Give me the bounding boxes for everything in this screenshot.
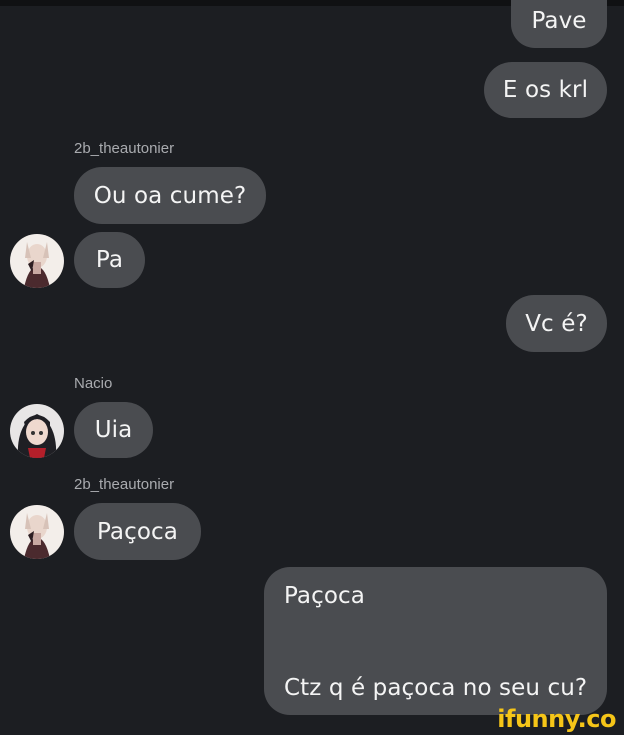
message-text: Pa bbox=[95, 247, 124, 273]
message-text: Pave bbox=[531, 8, 587, 34]
outgoing-message-bubble[interactable]: E os krl bbox=[484, 62, 607, 118]
outgoing-message-bubble[interactable]: Vc é? bbox=[506, 295, 607, 352]
incoming-message-bubble[interactable]: Pa bbox=[74, 232, 145, 288]
avatar[interactable] bbox=[10, 404, 64, 458]
message-text: Ou oa cume? bbox=[93, 182, 247, 209]
message-text: Vc é? bbox=[525, 310, 588, 337]
message-text: Uia bbox=[94, 417, 133, 443]
sender-name: 2b_theautonier bbox=[74, 140, 175, 157]
outgoing-message-bubble[interactable]: Paçoca Ctz q é paçoca no seu cu? bbox=[264, 567, 607, 715]
message-text-line: Ctz q é paçoca no seu cu? bbox=[284, 675, 588, 701]
outgoing-message-bubble[interactable]: Pave bbox=[511, 0, 607, 48]
incoming-message-bubble[interactable]: Ou oa cume? bbox=[74, 167, 266, 224]
avatar-icon bbox=[10, 404, 64, 458]
avatar-icon bbox=[10, 234, 64, 288]
incoming-message-bubble[interactable]: Uia bbox=[74, 402, 153, 458]
sender-name: 2b_theautonier bbox=[74, 476, 175, 493]
sender-name: Nacio bbox=[74, 375, 113, 392]
ifunny-watermark: ifunny.co bbox=[497, 705, 616, 733]
avatar[interactable] bbox=[10, 505, 64, 559]
message-text: Paçoca bbox=[97, 518, 178, 545]
avatar-icon bbox=[10, 505, 64, 559]
message-text-line: Paçoca bbox=[284, 583, 365, 609]
incoming-message-bubble[interactable]: Paçoca bbox=[74, 503, 201, 560]
avatar[interactable] bbox=[10, 234, 64, 288]
message-text: E os krl bbox=[502, 77, 589, 103]
